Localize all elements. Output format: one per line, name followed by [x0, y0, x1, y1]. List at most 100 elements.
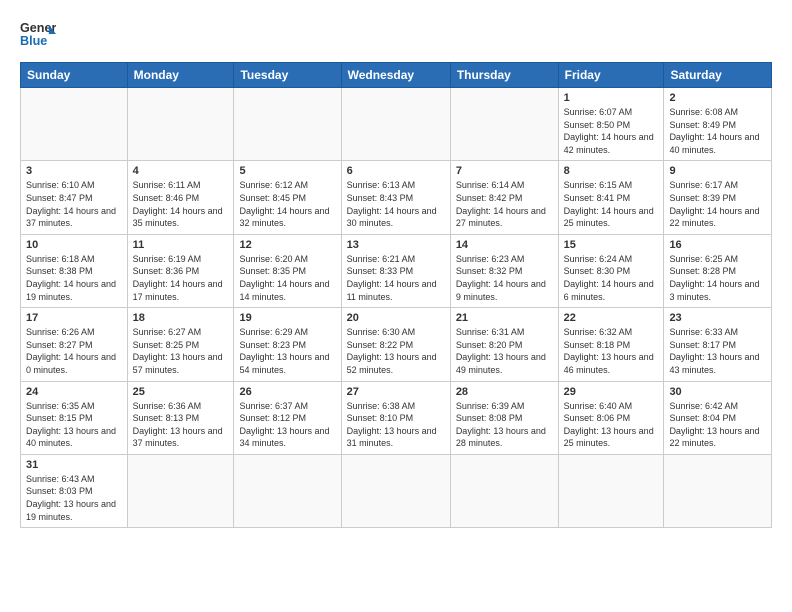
day-number: 18 — [133, 312, 229, 324]
page: General Blue SundayMondayTuesdayWednesda… — [0, 0, 792, 538]
day-cell: 22 Sunrise: 6:32 AM Sunset: 8:18 PM Dayli… — [558, 308, 664, 381]
day-cell: 13 Sunrise: 6:21 AM Sunset: 8:33 PM Dayli… — [341, 234, 450, 307]
day-cell: 3 Sunrise: 6:10 AM Sunset: 8:47 PM Daylig… — [21, 161, 128, 234]
day-number: 2 — [669, 92, 766, 104]
day-cell: 25Sunrise: 6:36 AM Sunset: 8:13 PM Dayli… — [127, 381, 234, 454]
day-number: 23 — [669, 312, 766, 324]
day-cell — [450, 454, 558, 527]
day-number: 13 — [347, 239, 445, 251]
day-info: Sunrise: 6:31 AM Sunset: 8:20 PM Dayligh… — [456, 326, 553, 376]
day-info: Sunrise: 6:29 AM Sunset: 8:23 PM Dayligh… — [239, 326, 335, 376]
day-number: 31 — [26, 459, 122, 471]
day-cell: 11Sunrise: 6:19 AM Sunset: 8:36 PM Dayli… — [127, 234, 234, 307]
day-info: Sunrise: 6:43 AM Sunset: 8:03 PM Dayligh… — [26, 473, 122, 523]
week-row-2: 3 Sunrise: 6:10 AM Sunset: 8:47 PM Daylig… — [21, 161, 772, 234]
day-number: 28 — [456, 386, 553, 398]
day-number: 10 — [26, 239, 122, 251]
day-info: Sunrise: 6:40 AM Sunset: 8:06 PM Dayligh… — [564, 400, 659, 450]
day-number: 12 — [239, 239, 335, 251]
day-info: Sunrise: 6:37 AM Sunset: 8:12 PM Dayligh… — [239, 400, 335, 450]
day-cell: 16 Sunrise: 6:25 AM Sunset: 8:28 PM Dayli… — [664, 234, 772, 307]
day-info: Sunrise: 6:15 AM Sunset: 8:41 PM Dayligh… — [564, 179, 659, 229]
weekday-thursday: Thursday — [450, 63, 558, 88]
weekday-header-row: SundayMondayTuesdayWednesdayThursdayFrid… — [21, 63, 772, 88]
day-cell: 1 Sunrise: 6:07 AM Sunset: 8:50 PM Daylig… — [558, 88, 664, 161]
day-info: Sunrise: 6:13 AM Sunset: 8:43 PM Dayligh… — [347, 179, 445, 229]
day-cell: 30Sunrise: 6:42 AM Sunset: 8:04 PM Dayli… — [664, 381, 772, 454]
day-cell: 28 Sunrise: 6:39 AM Sunset: 8:08 PM Dayli… — [450, 381, 558, 454]
day-info: Sunrise: 6:27 AM Sunset: 8:25 PM Dayligh… — [133, 326, 229, 376]
day-number: 22 — [564, 312, 659, 324]
day-cell: 24 Sunrise: 6:35 AM Sunset: 8:15 PM Dayli… — [21, 381, 128, 454]
weekday-tuesday: Tuesday — [234, 63, 341, 88]
day-number: 5 — [239, 165, 335, 177]
day-info: Sunrise: 6:21 AM Sunset: 8:33 PM Dayligh… — [347, 253, 445, 303]
week-row-4: 17 Sunrise: 6:26 AM Sunset: 8:27 PM Dayli… — [21, 308, 772, 381]
week-row-3: 10 Sunrise: 6:18 AM Sunset: 8:38 PM Dayli… — [21, 234, 772, 307]
day-number: 3 — [26, 165, 122, 177]
day-info: Sunrise: 6:35 AM Sunset: 8:15 PM Dayligh… — [26, 400, 122, 450]
day-cell: 14Sunrise: 6:23 AM Sunset: 8:32 PM Dayli… — [450, 234, 558, 307]
day-cell — [234, 88, 341, 161]
day-cell — [341, 454, 450, 527]
day-cell — [664, 454, 772, 527]
day-cell: 6Sunrise: 6:13 AM Sunset: 8:43 PM Daylig… — [341, 161, 450, 234]
weekday-monday: Monday — [127, 63, 234, 88]
day-info: Sunrise: 6:25 AM Sunset: 8:28 PM Dayligh… — [669, 253, 766, 303]
day-info: Sunrise: 6:18 AM Sunset: 8:38 PM Dayligh… — [26, 253, 122, 303]
logo-icon: General Blue — [20, 16, 56, 52]
day-cell: 2Sunrise: 6:08 AM Sunset: 8:49 PM Daylig… — [664, 88, 772, 161]
day-info: Sunrise: 6:26 AM Sunset: 8:27 PM Dayligh… — [26, 326, 122, 376]
day-number: 24 — [26, 386, 122, 398]
day-cell: 19Sunrise: 6:29 AM Sunset: 8:23 PM Dayli… — [234, 308, 341, 381]
day-number: 11 — [133, 239, 229, 251]
day-info: Sunrise: 6:24 AM Sunset: 8:30 PM Dayligh… — [564, 253, 659, 303]
day-info: Sunrise: 6:32 AM Sunset: 8:18 PM Dayligh… — [564, 326, 659, 376]
day-cell: 15Sunrise: 6:24 AM Sunset: 8:30 PM Dayli… — [558, 234, 664, 307]
day-number: 20 — [347, 312, 445, 324]
weekday-saturday: Saturday — [664, 63, 772, 88]
day-number: 1 — [564, 92, 659, 104]
week-row-1: 1 Sunrise: 6:07 AM Sunset: 8:50 PM Daylig… — [21, 88, 772, 161]
day-number: 25 — [133, 386, 229, 398]
day-cell: 12 Sunrise: 6:20 AM Sunset: 8:35 PM Dayli… — [234, 234, 341, 307]
week-row-5: 24 Sunrise: 6:35 AM Sunset: 8:15 PM Dayli… — [21, 381, 772, 454]
logo: General Blue — [20, 16, 56, 52]
day-cell: 23Sunrise: 6:33 AM Sunset: 8:17 PM Dayli… — [664, 308, 772, 381]
day-cell: 10 Sunrise: 6:18 AM Sunset: 8:38 PM Dayli… — [21, 234, 128, 307]
day-info: Sunrise: 6:42 AM Sunset: 8:04 PM Dayligh… — [669, 400, 766, 450]
weekday-wednesday: Wednesday — [341, 63, 450, 88]
day-cell: 5 Sunrise: 6:12 AM Sunset: 8:45 PM Daylig… — [234, 161, 341, 234]
day-number: 14 — [456, 239, 553, 251]
day-number: 26 — [239, 386, 335, 398]
day-cell — [341, 88, 450, 161]
day-info: Sunrise: 6:12 AM Sunset: 8:45 PM Dayligh… — [239, 179, 335, 229]
day-cell: 29 Sunrise: 6:40 AM Sunset: 8:06 PM Dayli… — [558, 381, 664, 454]
day-cell: 31 Sunrise: 6:43 AM Sunset: 8:03 PM Dayli… — [21, 454, 128, 527]
day-number: 27 — [347, 386, 445, 398]
weekday-friday: Friday — [558, 63, 664, 88]
svg-text:Blue: Blue — [20, 34, 47, 48]
weekday-sunday: Sunday — [21, 63, 128, 88]
day-number: 4 — [133, 165, 229, 177]
day-cell: 26 Sunrise: 6:37 AM Sunset: 8:12 PM Dayli… — [234, 381, 341, 454]
day-info: Sunrise: 6:39 AM Sunset: 8:08 PM Dayligh… — [456, 400, 553, 450]
day-info: Sunrise: 6:07 AM Sunset: 8:50 PM Dayligh… — [564, 106, 659, 156]
week-row-6: 31 Sunrise: 6:43 AM Sunset: 8:03 PM Dayli… — [21, 454, 772, 527]
day-info: Sunrise: 6:30 AM Sunset: 8:22 PM Dayligh… — [347, 326, 445, 376]
day-cell: 27Sunrise: 6:38 AM Sunset: 8:10 PM Dayli… — [341, 381, 450, 454]
day-info: Sunrise: 6:10 AM Sunset: 8:47 PM Dayligh… — [26, 179, 122, 229]
day-number: 29 — [564, 386, 659, 398]
day-cell — [21, 88, 128, 161]
calendar: SundayMondayTuesdayWednesdayThursdayFrid… — [20, 62, 772, 528]
day-info: Sunrise: 6:20 AM Sunset: 8:35 PM Dayligh… — [239, 253, 335, 303]
day-number: 8 — [564, 165, 659, 177]
day-cell — [127, 454, 234, 527]
day-cell: 18 Sunrise: 6:27 AM Sunset: 8:25 PM Dayli… — [127, 308, 234, 381]
day-cell: 21 Sunrise: 6:31 AM Sunset: 8:20 PM Dayli… — [450, 308, 558, 381]
day-number: 17 — [26, 312, 122, 324]
day-cell: 4Sunrise: 6:11 AM Sunset: 8:46 PM Daylig… — [127, 161, 234, 234]
day-number: 16 — [669, 239, 766, 251]
day-cell: 8 Sunrise: 6:15 AM Sunset: 8:41 PM Daylig… — [558, 161, 664, 234]
day-number: 21 — [456, 312, 553, 324]
